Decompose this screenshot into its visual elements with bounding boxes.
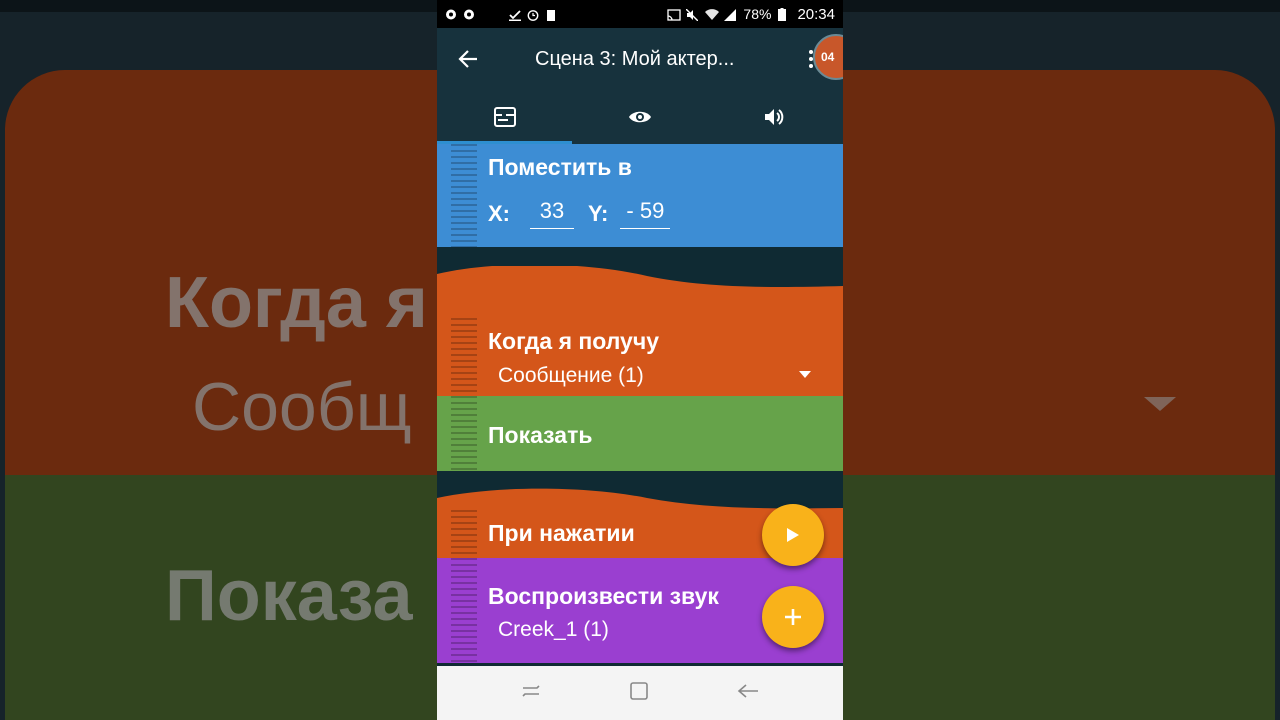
clipboard-icon — [545, 8, 557, 21]
coordinates-row: X: 33 Y: - 59 — [488, 198, 684, 229]
play-icon — [787, 528, 799, 542]
dropdown-arrow-icon[interactable] — [799, 371, 811, 378]
chat-icon-2 — [463, 8, 475, 20]
brick-drag-handle[interactable] — [451, 510, 477, 558]
brick-title: Когда я получу — [488, 328, 659, 354]
signal-icon — [724, 8, 737, 21]
brick-title: При нажатии — [488, 520, 635, 546]
x-value-field[interactable]: 33 — [530, 198, 574, 229]
plus-icon — [785, 609, 801, 625]
tab-looks[interactable] — [572, 90, 707, 144]
screen-title: Сцена 3: Мой актер... — [535, 47, 735, 70]
mute-icon — [685, 8, 699, 22]
y-value-field[interactable]: - 59 — [620, 198, 671, 229]
tab-sounds[interactable] — [708, 90, 843, 144]
x-label: X: — [488, 200, 510, 226]
tab-bar — [437, 90, 843, 144]
status-bar: 78% 20:34 — [437, 0, 843, 28]
back-arrow-icon — [737, 683, 758, 698]
bg-text-show: Показа — [165, 556, 413, 636]
back-nav-button[interactable] — [737, 683, 759, 704]
recents-icon — [522, 684, 540, 697]
brick-show[interactable]: Показать — [437, 396, 843, 471]
brick-title: Показать — [488, 422, 593, 448]
add-brick-button[interactable] — [762, 586, 824, 648]
battery-percent: 78% — [743, 6, 772, 22]
download-done-icon — [509, 8, 521, 21]
clock: 20:34 — [797, 5, 835, 23]
phone-screen: 78% 20:34 Сцена 3: Мой актер... 04 Помес… — [437, 0, 843, 720]
message-dropdown[interactable]: Сообщение (1) — [498, 364, 644, 388]
brick-drag-handle[interactable] — [451, 558, 477, 663]
brick-title: Воспроизвести звук — [488, 583, 719, 609]
arrow-left-icon — [458, 50, 477, 68]
bg-text-when: Когда я — [165, 263, 428, 343]
home-icon — [630, 681, 648, 700]
wifi-icon — [705, 8, 720, 20]
cast-icon — [667, 8, 682, 21]
recent-apps-button[interactable] — [521, 683, 541, 704]
brick-title: Поместить в — [488, 154, 632, 180]
brick-drag-handle[interactable] — [451, 396, 477, 471]
y-label: Y: — [588, 200, 609, 226]
brick-drag-handle[interactable] — [451, 144, 477, 247]
battery-icon — [778, 8, 790, 21]
script-icon — [493, 107, 516, 127]
alarm-icon — [527, 8, 539, 21]
brick-place-at[interactable]: Поместить в X: 33 Y: - 59 — [437, 144, 843, 247]
speaker-icon — [765, 109, 784, 125]
chat-icon — [445, 8, 457, 20]
tab-scripts[interactable] — [437, 90, 573, 144]
bg-dropdown-arrow — [1144, 397, 1176, 411]
play-button[interactable] — [762, 504, 824, 566]
sound-dropdown[interactable]: Creek_1 (1) — [498, 618, 609, 642]
eye-icon — [628, 111, 651, 123]
brick-when-receive[interactable]: Когда я получу Сообщение (1) — [437, 266, 843, 396]
bg-text-message: Сообщ — [192, 369, 412, 445]
app-bar: Сцена 3: Мой актер... 04 — [437, 28, 843, 90]
back-button[interactable] — [437, 28, 499, 90]
home-button[interactable] — [629, 681, 649, 706]
screen: Когда я Сообщ Показа 78% 20:34 Сцена 3: … — [0, 0, 1280, 720]
system-nav-bar — [437, 666, 843, 720]
brick-drag-handle[interactable] — [451, 318, 477, 396]
